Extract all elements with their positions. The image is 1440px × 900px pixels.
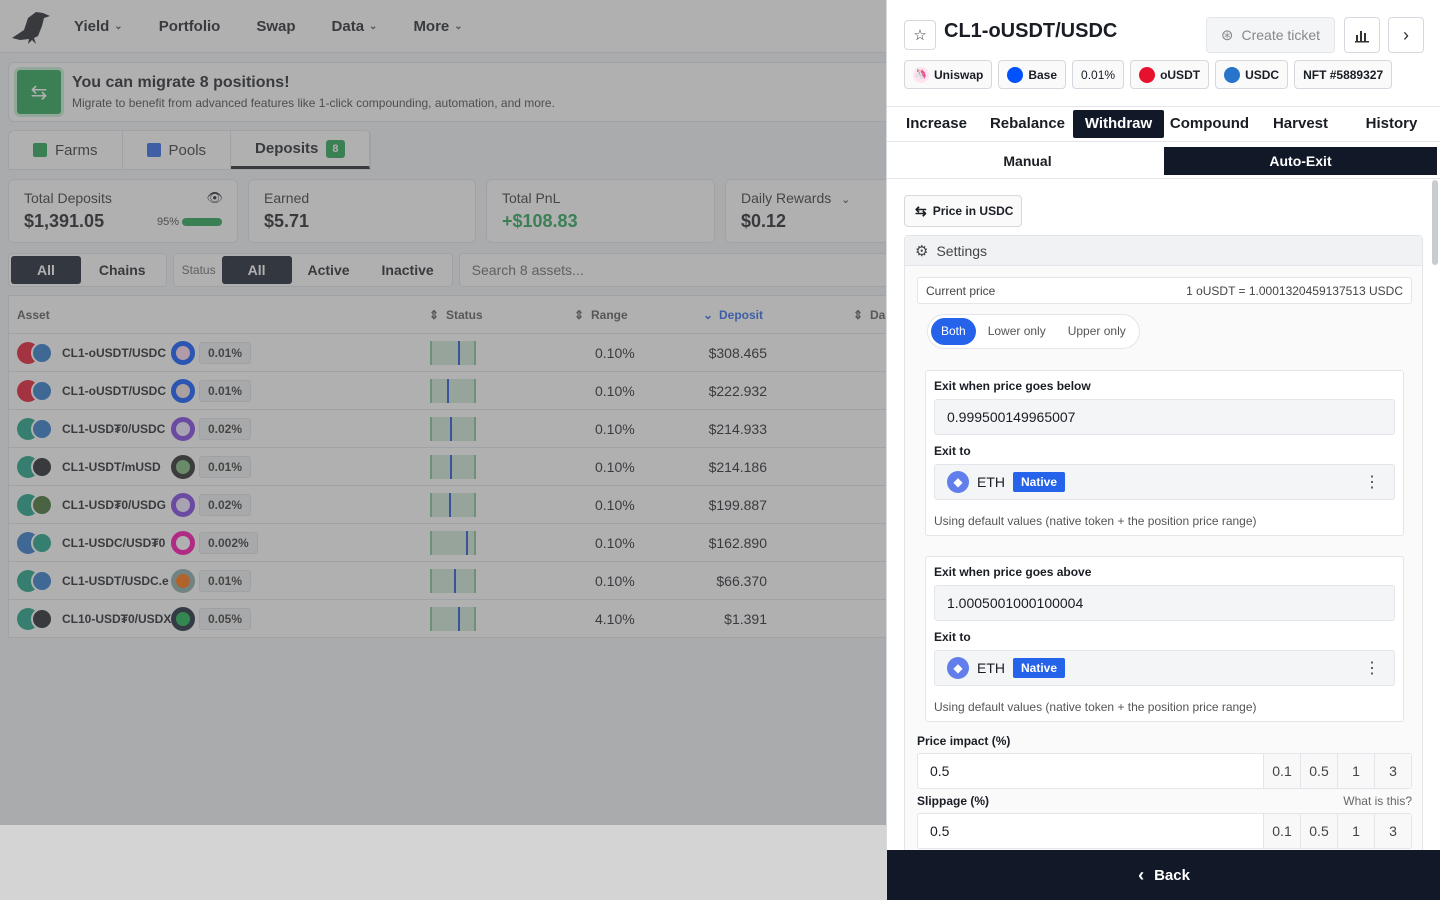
price-impact-label: Price impact (%) [917,734,1011,748]
slippage-label: Slippage (%) [917,794,990,808]
star-icon: ☆ [913,27,927,44]
chip-fee: 0.01% [1072,60,1125,89]
native-badge: Native [1013,658,1066,678]
lower-exit-token-select[interactable]: ◆ ETH Native ⋮ [934,464,1395,500]
price-impact-preset[interactable]: 1 [1337,754,1374,788]
position-panel: ☆ CL1-oUSDT/USDC ⊛ Create ticket › 🦄 Unisw… [886,0,1440,900]
back-button[interactable]: ‹ Back [887,850,1440,900]
lower-exit-hint: Using default values (native token + the… [934,514,1257,528]
price-in-label: Price in USDC [932,204,1014,218]
mode-upper-only[interactable]: Upper only [1058,318,1136,345]
auto-exit-form: ⇆ Price in USDC ⚙ Settings Current price 1… [887,180,1440,850]
tab-manual[interactable]: Manual [891,147,1164,175]
eth-icon: ◆ [947,471,969,493]
back-label: Back [1154,866,1190,884]
chip-token0-label: oUSDT [1160,67,1201,82]
price-impact-preset[interactable]: 0.5 [1300,754,1337,788]
more-vertical-icon[interactable]: ⋮ [1364,658,1380,678]
mode-lower-only[interactable]: Lower only [978,318,1056,345]
upper-exit-label: Exit when price goes above [934,565,1092,579]
lower-exit-label: Exit when price goes below [934,379,1091,393]
chip-chain-label: Base [1028,67,1058,82]
eth-icon: ◆ [947,657,969,679]
chevron-right-icon: › [1403,24,1409,45]
tab-harvest[interactable]: Harvest [1255,110,1346,138]
slippage-field: 0.5 0.1 0.5 1 3 [917,813,1412,849]
panel-title: CL1-oUSDT/USDC [944,20,1118,42]
tab-auto-exit[interactable]: Auto-Exit [1164,146,1437,175]
bar-chart-icon [1355,31,1369,43]
base-chain-icon [1007,66,1024,83]
settings-label: Settings [936,242,988,259]
create-ticket-button[interactable]: ⊛ Create ticket [1206,17,1335,53]
upper-exit-token-select[interactable]: ◆ ETH Native ⋮ [934,650,1395,686]
price-impact-preset[interactable]: 3 [1374,754,1411,788]
modal-overlay[interactable] [0,0,886,825]
settings-header[interactable]: ⚙ Settings [905,236,1422,266]
native-badge: Native [1013,472,1066,492]
panel-header: ☆ CL1-oUSDT/USDC ⊛ Create ticket › 🦄 Unisw… [887,0,1440,106]
usdc-icon [1224,66,1241,83]
current-price-label: Current price [926,283,996,298]
modal-overlay-bottom[interactable] [0,825,886,900]
exit-mode-selector: Both Lower only Upper only [927,314,1140,349]
chip-chain[interactable]: Base [998,60,1067,89]
chip-token0[interactable]: oUSDT [1130,60,1210,89]
chip-nft[interactable]: NFT #5889327 [1294,60,1393,89]
current-price-value: 1 oUSDT = 1.0001320459137513 USDC [1186,283,1403,298]
swap-arrows-icon: ⇆ [915,202,927,219]
lower-exit-to-label: Exit to [934,444,971,458]
lower-price-input[interactable]: 0.999500149965007 [934,399,1395,435]
lower-exit-box: Exit when price goes below 0.99950014996… [925,370,1404,536]
price-in-toggle[interactable]: ⇆ Price in USDC [904,195,1022,227]
ticket-icon: ⊛ [1220,27,1234,44]
tab-rebalance[interactable]: Rebalance [982,110,1073,138]
upper-price-input[interactable]: 1.0005001000100004 [934,585,1395,621]
slippage-preset[interactable]: 0.5 [1300,814,1337,848]
price-impact-field: 0.5 0.1 0.5 1 3 [917,753,1412,789]
position-chips: 🦄 Uniswap Base 0.01% oUSDT USDC NFT #5889… [904,60,1393,89]
uniswap-icon: 🦄 [913,66,929,83]
slippage-preset[interactable]: 0.1 [1263,814,1300,848]
settings-section: ⚙ Settings Current price 1 oUSDT = 1.0001… [904,235,1423,850]
tab-withdraw[interactable]: Withdraw [1073,110,1164,138]
chevron-left-icon: ‹ [1138,864,1145,885]
slippage-preset[interactable]: 1 [1337,814,1374,848]
next-button[interactable]: › [1388,17,1424,53]
chart-button[interactable] [1344,17,1380,53]
slippage-help-link[interactable]: What is this? [1343,794,1412,808]
slippage-input[interactable]: 0.5 [918,814,1263,848]
slippage-preset[interactable]: 3 [1374,814,1411,848]
price-impact-preset[interactable]: 0.1 [1263,754,1300,788]
ousdt-icon [1139,66,1156,83]
price-impact-input[interactable]: 0.5 [918,754,1263,788]
chip-fee-label: 0.01% [1081,67,1116,82]
upper-token-name: ETH [977,660,1005,676]
tab-increase[interactable]: Increase [891,110,982,138]
lower-token-name: ETH [977,474,1005,490]
withdraw-mode-tabs: Manual Auto-Exit [887,143,1440,179]
tab-history[interactable]: History [1346,110,1437,138]
chip-token1-label: USDC [1245,67,1280,82]
gear-icon: ⚙ [915,242,929,260]
chip-token1[interactable]: USDC [1215,60,1289,89]
upper-exit-to-label: Exit to [934,630,971,644]
chip-nft-label: NFT #5889327 [1303,67,1384,82]
chip-dex[interactable]: 🦄 Uniswap [904,60,993,89]
current-price-row: Current price 1 oUSDT = 1.00013204591375… [917,277,1412,304]
favorite-button[interactable]: ☆ [904,20,936,50]
more-vertical-icon[interactable]: ⋮ [1364,472,1380,492]
upper-exit-box: Exit when price goes above 1.00050010001… [925,556,1404,722]
create-ticket-label: Create ticket [1241,27,1321,43]
chip-dex-label: Uniswap [934,67,984,82]
mode-both[interactable]: Both [931,318,976,345]
upper-exit-hint: Using default values (native token + the… [934,700,1257,714]
action-tabs: Increase Rebalance Withdraw Compound Har… [887,106,1440,142]
tab-compound[interactable]: Compound [1164,110,1255,138]
panel-scrollbar[interactable] [1432,180,1438,265]
